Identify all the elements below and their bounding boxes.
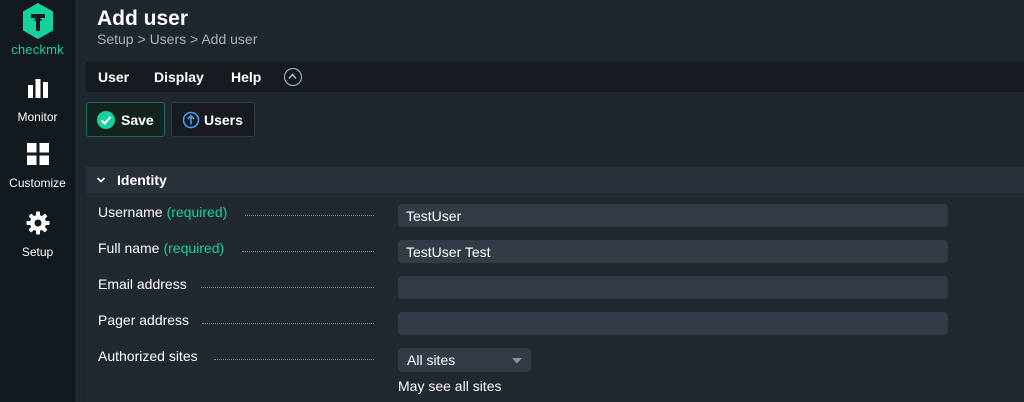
checkmark-icon (97, 111, 115, 129)
required-marker: (required) (163, 240, 225, 256)
pager-input[interactable] (398, 312, 948, 335)
nav-customize[interactable]: Customize (0, 142, 75, 190)
menu-bar (86, 62, 1024, 92)
pager-label: Pager address (98, 312, 190, 328)
users-button[interactable]: Users (171, 102, 255, 137)
username-input[interactable] (398, 204, 948, 227)
logo-text: checkmk (11, 42, 64, 57)
label-dots (214, 359, 374, 360)
grid-icon (26, 143, 49, 165)
select-value: All sites (407, 352, 456, 368)
arrow-up-circle-icon (182, 111, 200, 129)
username-label-text: Username (98, 204, 163, 220)
identity-section-header[interactable]: Identity (86, 167, 1024, 193)
nav-setup[interactable]: Setup (0, 211, 75, 259)
menu-help[interactable]: Help (231, 69, 261, 85)
fullname-input[interactable] (398, 240, 948, 263)
nav-monitor-label: Monitor (17, 110, 58, 124)
collapse-menu-button[interactable] (284, 68, 302, 86)
sidebar: checkmk Monitor Customize Setup (0, 0, 75, 402)
users-button-label: Users (204, 112, 243, 128)
sites-hint: May see all sites (398, 378, 502, 394)
checkmk-logo-icon (23, 3, 53, 39)
section-title: Identity (117, 172, 167, 188)
breadcrumb-separator: > (190, 31, 199, 47)
nav-customize-label: Customize (9, 176, 66, 190)
authorized-sites-select[interactable]: All sites (398, 348, 531, 372)
breadcrumb-separator: > (137, 31, 146, 47)
chevron-up-icon (288, 73, 297, 79)
breadcrumb: Setup > Users > Add user (97, 31, 257, 47)
nav-monitor[interactable]: Monitor (0, 76, 75, 124)
label-dots (202, 323, 374, 324)
label-dots (245, 215, 374, 216)
breadcrumb-users[interactable]: Users (150, 31, 187, 47)
required-marker: (required) (166, 204, 228, 220)
email-label: Email address (98, 276, 187, 292)
gear-icon (26, 211, 49, 235)
page-title: Add user (97, 7, 189, 30)
nav-setup-label: Setup (21, 245, 54, 259)
email-input[interactable] (398, 276, 948, 299)
username-label: Username (required) (98, 204, 227, 220)
chevron-down-icon (96, 177, 106, 183)
breadcrumb-setup[interactable]: Setup (97, 31, 134, 47)
sites-label: Authorized sites (98, 348, 198, 364)
menu-user[interactable]: User (98, 69, 129, 85)
label-dots (201, 287, 374, 288)
save-button[interactable]: Save (86, 102, 165, 137)
breadcrumb-current: Add user (201, 31, 258, 47)
bar-chart-icon (27, 79, 48, 98)
save-button-label: Save (121, 112, 154, 128)
fullname-label-text: Full name (98, 240, 160, 256)
checkmk-logo[interactable]: checkmk (0, 0, 75, 64)
label-dots (242, 251, 374, 252)
fullname-label: Full name (required) (98, 240, 224, 256)
caret-down-icon (512, 358, 522, 364)
menu-display[interactable]: Display (154, 69, 204, 85)
